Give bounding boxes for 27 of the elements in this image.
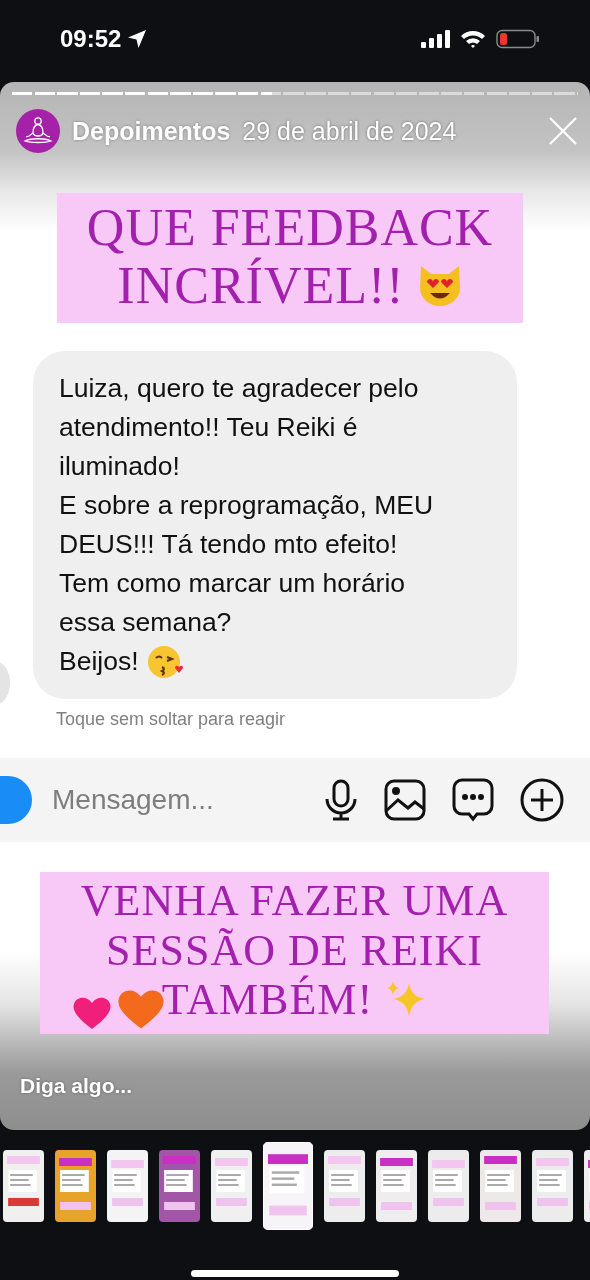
clock-time: 09:52: [60, 25, 122, 53]
banner-text: SESSÃO DE REIKI: [106, 925, 483, 975]
banner-text: QUE FEEDBACK: [86, 199, 494, 257]
banner-text: TAMBÉM!: [161, 975, 374, 1025]
microphone-icon[interactable]: [324, 779, 358, 822]
account-avatar[interactable]: [16, 109, 60, 153]
wifi-icon: [460, 29, 486, 49]
add-icon[interactable]: [520, 778, 564, 823]
signal-icon: [420, 29, 450, 49]
message-text: E sobre a reprogramação, MEU DEUS!!! Tá tendo mto efeito!: [59, 489, 435, 562]
reply-placeholder[interactable]: Diga algo...: [20, 1074, 590, 1099]
account-name[interactable]: Depoimentos: [72, 116, 231, 146]
message-text: Luiza, quero te agradecer pelo atendimento!! Teu Reiki é iluminado!: [59, 372, 420, 484]
message-field[interactable]: Mensagem...: [50, 783, 324, 818]
chat-bubble-icon[interactable]: [452, 778, 494, 823]
message-text: Beijos!: [59, 645, 139, 679]
heart-icon: [72, 995, 112, 1031]
hint-text: Toque sem soltar para reagir: [56, 709, 287, 731]
banner-text: INCRÍVEL!!: [117, 257, 405, 316]
location-arrow-icon: [127, 29, 148, 49]
camera-button[interactable]: [0, 776, 32, 825]
message-text: Tem como marcar um horário essa semana?: [59, 567, 407, 640]
image-icon[interactable]: [384, 779, 426, 822]
banner-text: VENHA FAZER UMA: [80, 876, 509, 926]
story-date: 29 de abril de 2024: [242, 116, 457, 146]
battery-icon: [496, 29, 540, 49]
kiss-face-icon: [146, 643, 183, 680]
